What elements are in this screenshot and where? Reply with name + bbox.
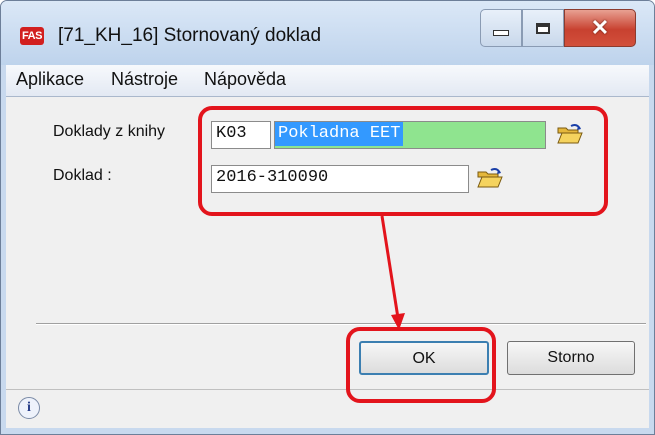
annotation-arrow [380,215,405,330]
